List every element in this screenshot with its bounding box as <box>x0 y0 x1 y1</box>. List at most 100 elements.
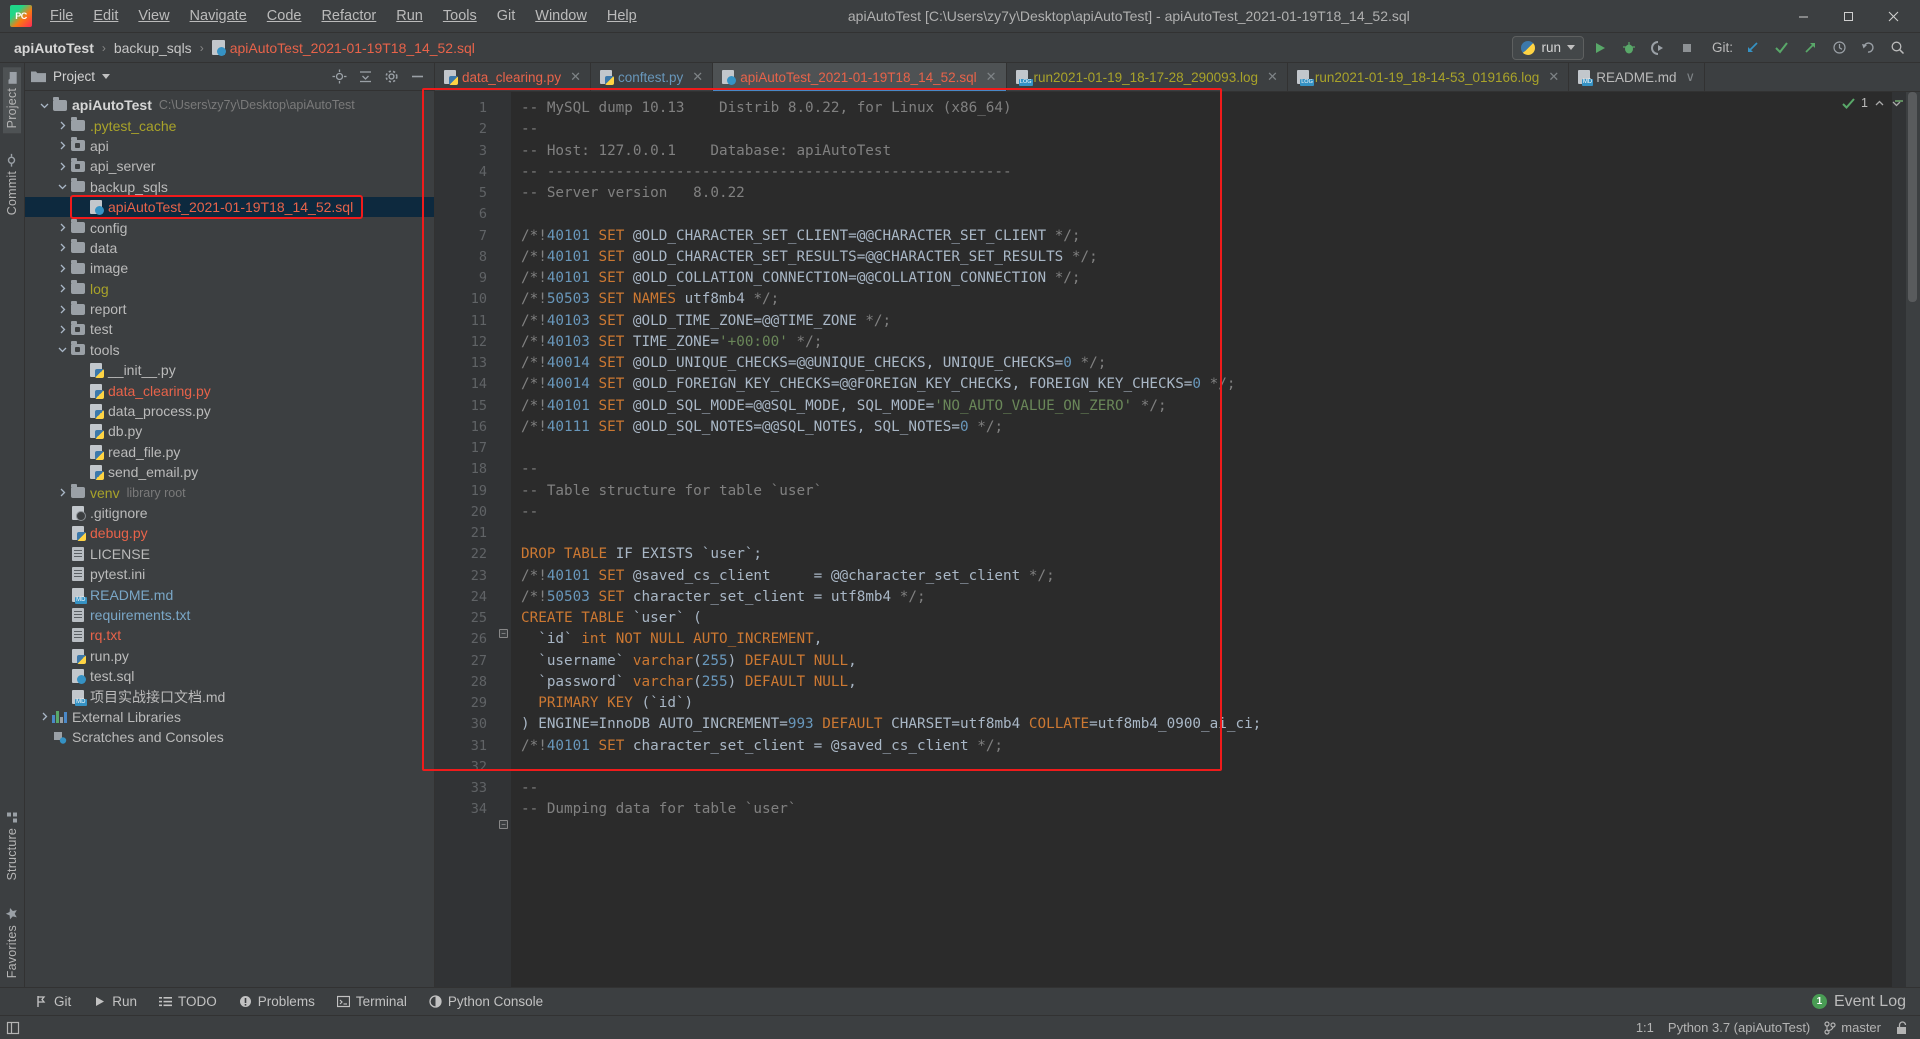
code-line[interactable]: `username` varchar(255) DEFAULT NULL, <box>511 651 1892 672</box>
code-line[interactable]: -- <box>511 119 1892 140</box>
tree-row[interactable]: debug.py <box>25 523 434 543</box>
code-line[interactable] <box>511 523 1892 544</box>
locate-icon[interactable] <box>328 66 350 88</box>
code-line[interactable]: -- Dumping data for table `user` <box>511 799 1892 820</box>
git-branch-widget[interactable]: master <box>1824 1020 1881 1035</box>
menu-view[interactable]: View <box>128 4 179 29</box>
tree-row[interactable]: image <box>25 258 434 278</box>
code-line[interactable]: -- Server version 8.0.22 <box>511 183 1892 204</box>
tree-row[interactable]: LICENSE <box>25 544 434 564</box>
chevron-down-icon[interactable]: ∨ <box>1685 69 1695 85</box>
close-icon[interactable]: ✕ <box>1548 69 1559 85</box>
tool-window-run[interactable]: Run <box>82 992 148 1011</box>
code-line[interactable]: `id` int NOT NULL AUTO_INCREMENT, <box>511 629 1892 650</box>
tree-row[interactable]: 项目实战接口文档.md <box>25 686 434 706</box>
tree-expand-arrow-icon[interactable] <box>55 325 69 334</box>
tree-expand-arrow-icon[interactable] <box>55 162 69 171</box>
tree-row[interactable]: backup_sqls <box>25 177 434 197</box>
fold-marker-end-table[interactable]: − <box>499 820 508 829</box>
code-line[interactable]: -- Host: 127.0.0.1 Database: apiAutoTest <box>511 141 1892 162</box>
code-line[interactable]: ) ENGINE=InnoDB AUTO_INCREMENT=993 DEFAU… <box>511 714 1892 735</box>
tree-expand-arrow-icon[interactable] <box>55 223 69 232</box>
tree-expand-arrow-icon[interactable] <box>37 101 51 110</box>
editor-tab-bar[interactable]: data_clearing.py ✕ conftest.py ✕ apiAutoTest… <box>435 63 1920 92</box>
git-update-icon[interactable] <box>1739 36 1765 60</box>
editor-marker-strip[interactable] <box>1892 92 1906 987</box>
tree-row[interactable]: data <box>25 238 434 258</box>
tree-row[interactable]: api_server <box>25 156 434 176</box>
menu-run[interactable]: Run <box>386 4 433 29</box>
collapse-all-icon[interactable] <box>354 66 376 88</box>
tree-row[interactable]: log <box>25 279 434 299</box>
event-log-widget[interactable]: 1 Event Log <box>1811 993 1920 1011</box>
tree-row[interactable]: apiAutoTest C:\Users\zy7y\Desktop\apiAuto… <box>25 95 434 115</box>
minimize-button[interactable] <box>1781 0 1826 32</box>
maximize-button[interactable] <box>1826 0 1871 32</box>
menu-navigate[interactable]: Navigate <box>180 4 257 29</box>
close-icon[interactable]: ✕ <box>1267 69 1278 85</box>
close-icon[interactable]: ✕ <box>986 69 997 85</box>
tree-row[interactable]: tools <box>25 340 434 360</box>
breadcrumb-folder[interactable]: backup_sqls <box>110 39 196 57</box>
code-line[interactable]: /*!40101 SET @OLD_CHARACTER_SET_RESULTS=… <box>511 247 1892 268</box>
tool-window-python-console[interactable]: Python Console <box>418 992 554 1011</box>
hide-panel-icon[interactable] <box>406 66 428 88</box>
code-line[interactable]: /*!40101 SET @OLD_SQL_MODE=@@SQL_MODE, S… <box>511 396 1892 417</box>
code-line[interactable]: /*!40103 SET @OLD_TIME_ZONE=@@TIME_ZONE … <box>511 311 1892 332</box>
tree-row[interactable]: test.sql <box>25 666 434 686</box>
tree-expand-arrow-icon[interactable] <box>55 243 69 252</box>
tree-expand-arrow-icon[interactable] <box>55 284 69 293</box>
menu-code[interactable]: Code <box>257 4 312 29</box>
tree-row[interactable]: test <box>25 319 434 339</box>
code-line[interactable]: /*!40014 SET @OLD_UNIQUE_CHECKS=@@UNIQUE… <box>511 353 1892 374</box>
code-line[interactable] <box>511 204 1892 225</box>
history-icon[interactable] <box>1826 36 1852 60</box>
code-line[interactable]: `password` varchar(255) DEFAULT NULL, <box>511 672 1892 693</box>
tool-window-problems[interactable]: Problems <box>228 992 326 1011</box>
menu-file[interactable]: File <box>40 4 83 29</box>
tree-row[interactable]: .gitignore <box>25 503 434 523</box>
stop-button[interactable] <box>1674 36 1700 60</box>
code-line[interactable]: -- <box>511 778 1892 799</box>
tree-expand-arrow-icon[interactable] <box>55 182 69 191</box>
rail-item-project[interactable]: Project <box>3 67 21 134</box>
close-button[interactable] <box>1871 0 1916 32</box>
breadcrumb-file[interactable]: apiAutoTest_2021-01-19T18_14_52.sql <box>208 39 479 57</box>
code-content[interactable]: -- MySQL dump 10.13 Distrib 8.0.22, for … <box>511 92 1892 987</box>
undo-icon[interactable] <box>1855 36 1881 60</box>
tree-row[interactable]: data_process.py <box>25 401 434 421</box>
code-line[interactable]: -- -------------------------------------… <box>511 162 1892 183</box>
run-button[interactable] <box>1587 36 1613 60</box>
tree-expand-arrow-icon[interactable] <box>55 121 69 130</box>
menu-window[interactable]: Window <box>525 4 597 29</box>
project-tree[interactable]: apiAutoTest C:\Users\zy7y\Desktop\apiAuto… <box>25 91 434 987</box>
tool-window-terminal[interactable]: Terminal <box>326 992 418 1011</box>
code-line[interactable] <box>511 438 1892 459</box>
debug-button[interactable] <box>1616 36 1642 60</box>
inspection-chevron-up-icon[interactable] <box>1874 98 1885 109</box>
tree-row-selected[interactable]: apiAutoTest_2021-01-19T18_14_52.sql <box>25 196 434 218</box>
editor-tab[interactable]: data_clearing.py ✕ <box>435 63 591 91</box>
rail-item-structure[interactable]: Structure <box>3 806 21 886</box>
git-push-icon[interactable] <box>1797 36 1823 60</box>
code-line[interactable]: -- MySQL dump 10.13 Distrib 8.0.22, for … <box>511 98 1892 119</box>
settings-gear-icon[interactable] <box>380 66 402 88</box>
tree-expand-arrow-icon[interactable] <box>55 488 69 497</box>
code-line[interactable]: CREATE TABLE `user` ( <box>511 608 1892 629</box>
rail-item-favorites[interactable]: Favorites <box>3 902 21 983</box>
python-interpreter[interactable]: Python 3.7 (apiAutoTest) <box>1668 1020 1810 1035</box>
code-line[interactable]: /*!40103 SET TIME_ZONE='+00:00' */; <box>511 332 1892 353</box>
tree-row[interactable]: run.py <box>25 646 434 666</box>
code-line[interactable]: /*!50503 SET NAMES utf8mb4 */; <box>511 289 1892 310</box>
code-folding-column[interactable]: − − <box>497 92 511 987</box>
tree-expand-arrow-icon[interactable] <box>37 712 51 721</box>
editor-tab[interactable]: run2021-01-19_18-14-53_019166.log ✕ <box>1288 63 1570 91</box>
project-panel-chevron-down-icon[interactable] <box>102 74 111 79</box>
editor-vertical-scrollbar[interactable] <box>1906 92 1920 987</box>
code-editor[interactable]: 1 2 3 4 5 6 7 8 9 10 11 12 13 14 15 16 17 18 19 20 21 22 23 24 2… <box>422 88 1920 987</box>
code-line[interactable]: -- <box>511 502 1892 523</box>
tree-row[interactable]: data_clearing.py <box>25 380 434 400</box>
tree-row[interactable]: .pytest_cache <box>25 115 434 135</box>
show-tool-windows-icon[interactable] <box>6 1021 20 1035</box>
editor-tab[interactable]: run2021-01-19_18-17-28_290093.log ✕ <box>1007 63 1288 91</box>
